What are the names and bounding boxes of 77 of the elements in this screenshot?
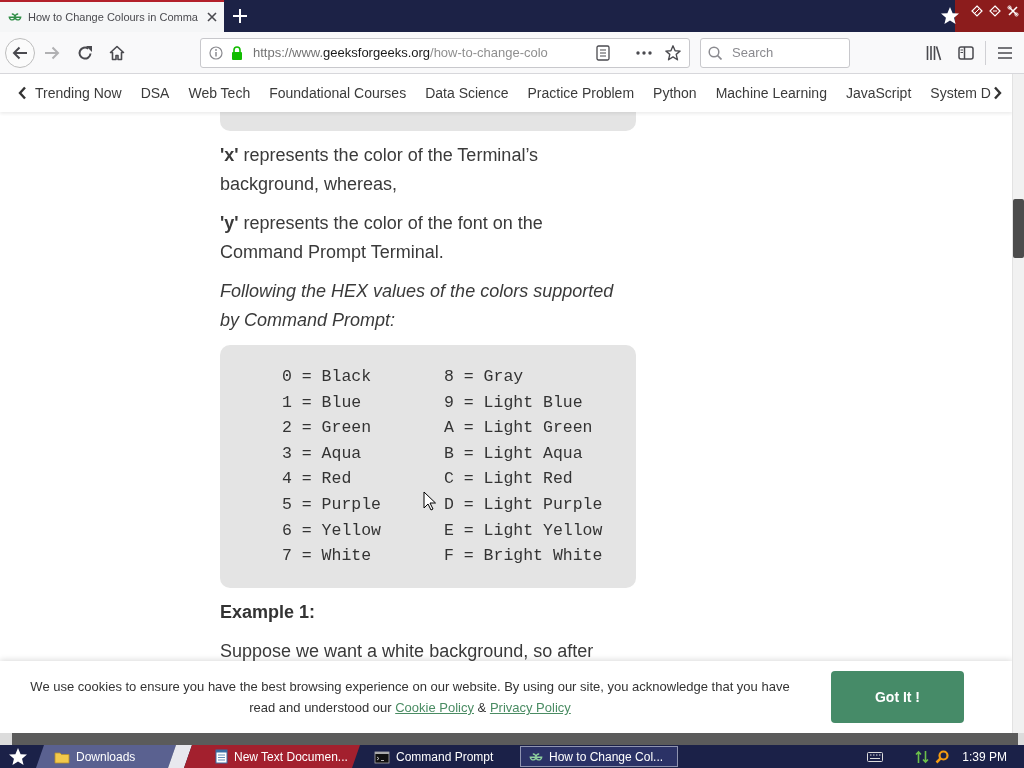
- paragraph: 'x' represents the color of the Terminal’s background, whereas,: [220, 144, 540, 196]
- section-heading: Example 1:: [220, 600, 317, 624]
- lock-icon[interactable]: [231, 45, 243, 60]
- more-dots-icon[interactable]: [636, 50, 652, 55]
- nav-link[interactable]: System D: [930, 82, 991, 104]
- magnifier-icon[interactable]: [935, 749, 950, 764]
- taskbar-button[interactable]: How to Change Col...: [520, 746, 678, 767]
- new-tab-icon[interactable]: [233, 9, 247, 23]
- back-button[interactable]: [5, 37, 35, 68]
- color-code-entry: 0 = Black: [282, 366, 372, 388]
- nav-link[interactable]: Practice Problem: [527, 82, 635, 104]
- color-code-entry: A = Light Green: [444, 417, 593, 440]
- url-text[interactable]: https://www.geeksforgeeks.org/how-to-change-colo: [253, 42, 548, 63]
- info-icon[interactable]: [209, 45, 223, 60]
- color-code-entry: B = Light Aqua: [444, 442, 583, 465]
- library-icon[interactable]: [926, 44, 942, 61]
- site-logo-icon: [8, 13, 22, 21]
- nav-link[interactable]: DSA: [140, 82, 170, 104]
- close-tab-icon[interactable]: [207, 12, 217, 22]
- search-field[interactable]: Search: [700, 37, 850, 68]
- taskbar-button[interactable]: Downloads: [45, 746, 205, 767]
- home-icon[interactable]: [109, 44, 125, 61]
- transfer-arrows-icon[interactable]: [915, 749, 930, 764]
- paragraph: Suppose we want a white background, so after: [220, 639, 595, 663]
- color-code-entry: E = Light Yellow: [444, 519, 603, 542]
- color-code-entry: 5 = Purple: [282, 493, 382, 516]
- privacy-policy-link[interactable]: Privacy Policy: [489, 700, 571, 715]
- mouse-pointer-icon: [423, 491, 436, 511]
- accept-cookies-button[interactable]: Got It !: [831, 671, 964, 723]
- cookie-notice: We use cookies to ensure you have the best browsing experience on our website. By using our site, you acknowledge that you have read and understood our Cookie Policy & Privacy Policy: [29, 678, 791, 717]
- taskbar-button[interactable]: Command Prompt: [365, 746, 520, 767]
- close-window-icon[interactable]: [1007, 5, 1019, 17]
- search-icon: [708, 45, 722, 60]
- color-code-entry: 8 = Gray: [444, 366, 524, 388]
- nav-link[interactable]: Foundational Courses: [269, 82, 407, 104]
- color-code-entry: F = Bright White: [444, 545, 603, 568]
- clock[interactable]: 1:39 PM: [962, 747, 1007, 766]
- document-icon: [214, 749, 228, 764]
- site-logo-icon: [529, 752, 543, 761]
- scrollbar-thumb[interactable]: [1013, 199, 1024, 258]
- star-icon: [941, 6, 959, 26]
- keyboard-icon[interactable]: [867, 751, 884, 762]
- color-code-entry: 4 = Red: [282, 468, 352, 491]
- browser-tab[interactable]: How to Change Colours in Comma: [0, 0, 224, 32]
- color-code-entry: 6 = Yellow: [282, 519, 382, 542]
- taskbar-button[interactable]: New Text Documen...: [205, 746, 365, 767]
- paragraph: 'y' represents the color of the font on the Command Prompt Terminal.: [220, 212, 544, 264]
- color-code-entry: 9 = Light Blue: [444, 391, 583, 414]
- color-code-entry: 7 = White: [282, 545, 372, 568]
- nav-link[interactable]: Python: [653, 82, 697, 104]
- back-arrow-icon: [12, 45, 28, 60]
- nav-link[interactable]: Data Science: [425, 82, 509, 104]
- reload-icon[interactable]: [77, 44, 93, 61]
- cookie-policy-link[interactable]: Cookie Policy: [395, 700, 474, 715]
- minimize-icon[interactable]: [971, 5, 983, 17]
- start-star-icon[interactable]: [9, 747, 27, 766]
- maximize-icon[interactable]: [989, 5, 1001, 17]
- nav-link[interactable]: Web Tech: [188, 82, 251, 104]
- color-code-entry: 1 = Blue: [282, 391, 362, 414]
- vertical-scrollbar[interactable]: [1012, 74, 1024, 733]
- nav-link[interactable]: JavaScript: [845, 82, 912, 104]
- bookmark-star-icon[interactable]: [665, 44, 681, 61]
- reader-view-icon[interactable]: [596, 44, 610, 61]
- menu-icon[interactable]: [997, 44, 1013, 61]
- sidebar-icon[interactable]: [958, 44, 974, 61]
- folder-icon: [54, 749, 70, 764]
- console-icon: [374, 749, 390, 764]
- chevron-right-icon[interactable]: [993, 86, 1002, 100]
- color-code-entry: C = Light Red: [444, 468, 573, 491]
- address-bar[interactable]: https://www.geeksforgeeks.org/how-to-change-colo: [200, 37, 690, 68]
- color-code-entry: 3 = Aqua: [282, 442, 362, 465]
- chevron-left-icon[interactable]: [18, 86, 27, 100]
- color-code-entry: D = Light Purple: [444, 493, 603, 516]
- paragraph: Following the HEX values of the colors supported by Command Prompt:: [220, 280, 615, 332]
- nav-link[interactable]: Machine Learning: [715, 82, 827, 104]
- color-code-entry: 2 = Green: [282, 417, 372, 440]
- nav-link[interactable]: Trending Now: [35, 82, 122, 104]
